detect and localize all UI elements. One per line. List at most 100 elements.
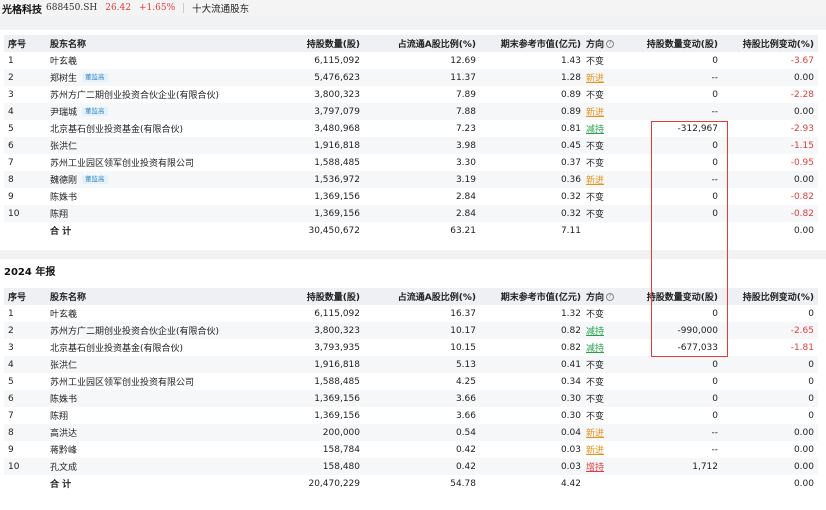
holder-name[interactable]: 郑树生 [50, 71, 77, 84]
ratio-change-cell: 0.00 [724, 171, 814, 188]
table-row[interactable]: 8 高洪达 200,000 0.54 0.04 新进 -- 0.00 [4, 424, 818, 441]
table-row[interactable]: 4 尹瑞城 董监高 3,797,079 7.88 0.89 新进 -- 0.00 [4, 103, 818, 120]
direction[interactable]: 减持 [586, 122, 604, 135]
row-index: 1 [8, 308, 14, 319]
holder-name[interactable]: 北京基石创业投资基金(有限合伙) [50, 122, 183, 135]
table-row[interactable]: 1 叶玄羲 6,115,092 12.69 1.43 不变 0 -3.67 [4, 52, 818, 69]
direction[interactable]: 新进 [586, 443, 604, 456]
float-ratio: 10.17 [450, 325, 476, 336]
float-ratio-cell: 7.23 [384, 120, 476, 137]
share-count: 3,800,323 [314, 89, 360, 100]
executive-tag: 董监高 [82, 107, 108, 116]
executive-tag: 董监高 [82, 175, 108, 184]
holder-name[interactable]: 陈姝书 [50, 392, 77, 405]
table-row[interactable]: 2 郑树生 董监高 5,476,623 11.37 1.28 新进 -- 0.00 [4, 69, 818, 86]
float-ratio: 10.15 [450, 342, 476, 353]
share-change-cell: -- [634, 103, 719, 120]
holder-name[interactable]: 蒋黔峰 [50, 443, 77, 456]
holder-name[interactable]: 苏州方广二期创业投资合伙企业(有限合伙) [50, 324, 219, 337]
market-value: 0.32 [560, 208, 581, 219]
direction[interactable]: 新进 [586, 173, 604, 186]
float-ratio: 2.84 [455, 191, 476, 202]
direction[interactable]: 不变 [586, 139, 604, 152]
total-market-value: 4.42 [560, 478, 581, 489]
holder-name[interactable]: 魏德刚 [50, 173, 77, 186]
float-ratio-cell: 3.98 [384, 137, 476, 154]
holder-name[interactable]: 孔文成 [50, 460, 77, 473]
direction[interactable]: 不变 [586, 307, 604, 320]
total-shares: 30,450,672 [308, 225, 360, 236]
market-value-cell: 0.04 [479, 424, 581, 441]
holder-name[interactable]: 陈翔 [50, 409, 68, 422]
table-row[interactable]: 4 张洪仁 1,916,818 5.13 0.41 不变 0 0 [4, 356, 818, 373]
direction[interactable]: 新进 [586, 71, 604, 84]
ratio-change: 0 [808, 359, 814, 370]
holder-name[interactable]: 高洪达 [50, 426, 77, 439]
share-count-cell: 158,480 [304, 458, 360, 475]
holder-name[interactable]: 陈翔 [50, 207, 68, 220]
holder-name[interactable]: 张洪仁 [50, 358, 77, 371]
holder-name[interactable]: 苏州方广二期创业投资合伙企业(有限合伙) [50, 88, 219, 101]
table-row[interactable]: 10 孔文成 158,480 0.42 0.03 增持 1,712 0.00 [4, 458, 818, 475]
ratio-change: -1.15 [790, 140, 814, 151]
holder-name[interactable]: 陈姝书 [50, 190, 77, 203]
col-header-direction-label: 方向 [586, 40, 605, 50]
holder-name[interactable]: 叶玄羲 [50, 54, 77, 67]
direction[interactable]: 不变 [586, 358, 604, 371]
total-label-cell: 合 计 [50, 475, 302, 492]
col-header-index-label: 序号 [8, 40, 27, 50]
holder-name-cell: 北京基石创业投资基金(有限合伙) [50, 120, 302, 137]
holder-name[interactable]: 尹瑞城 [50, 105, 77, 118]
direction[interactable]: 增持 [586, 460, 604, 473]
direction-cell: 新进 [586, 103, 630, 120]
direction[interactable]: 不变 [586, 207, 604, 220]
table-row[interactable]: 5 苏州工业园区领军创业投资有限公司 1,588,485 4.25 0.34 不变 0 0 [4, 373, 818, 390]
row-index: 1 [8, 55, 14, 66]
direction[interactable]: 不变 [586, 190, 604, 203]
row-index: 4 [8, 359, 14, 370]
table-row[interactable]: 9 蒋黔峰 158,784 0.42 0.03 新进 -- 0.00 [4, 441, 818, 458]
ratio-change-cell: 0 [724, 373, 814, 390]
market-value-cell: 1.28 [479, 69, 581, 86]
direction[interactable]: 不变 [586, 88, 604, 101]
row-index-cell: 8 [8, 424, 44, 441]
holder-name-cell: 苏州工业园区领军创业投资有限公司 [50, 373, 302, 390]
float-ratio: 3.66 [455, 410, 476, 421]
row-index-cell: 10 [8, 205, 44, 222]
holder-name[interactable]: 苏州工业园区领军创业投资有限公司 [50, 156, 194, 169]
market-value: 1.28 [560, 72, 581, 83]
table-row[interactable]: 6 陈姝书 1,369,156 3.66 0.30 不变 0 0 [4, 390, 818, 407]
total-ratio: 63.21 [450, 225, 476, 236]
holder-name[interactable]: 叶玄羲 [50, 307, 77, 320]
table-row[interactable]: 7 陈翔 1,369,156 3.66 0.30 不变 0 0 [4, 407, 818, 424]
table-row[interactable]: 3 苏州方广二期创业投资合伙企业(有限合伙) 3,800,323 7.89 0.89 不变… [4, 86, 818, 103]
stock-name[interactable]: 光格科技 [2, 1, 42, 16]
direction[interactable]: 不变 [586, 409, 604, 422]
direction[interactable]: 新进 [586, 426, 604, 439]
question-circle-icon[interactable]: ? [606, 39, 615, 48]
direction[interactable]: 减持 [586, 341, 604, 354]
share-change: 0 [712, 393, 718, 404]
table-header: 序号 股东名称 持股数量(股) 占流通A股比例(%) 期末参考市值(亿元) 方向? 持股数量… [4, 35, 818, 52]
total-market-value: 7.11 [560, 225, 581, 236]
holder-name[interactable]: 张洪仁 [50, 139, 77, 152]
direction[interactable]: 不变 [586, 54, 604, 67]
holder-name[interactable]: 苏州工业园区领军创业投资有限公司 [50, 375, 194, 388]
float-ratio: 3.66 [455, 393, 476, 404]
share-count-cell: 3,797,079 [304, 103, 360, 120]
holder-name[interactable]: 北京基石创业投资基金(有限合伙) [50, 341, 183, 354]
share-change-cell: -- [634, 424, 719, 441]
direction[interactable]: 不变 [586, 375, 604, 388]
direction[interactable]: 不变 [586, 156, 604, 169]
direction[interactable]: 新进 [586, 105, 604, 118]
row-index-cell: 6 [8, 390, 44, 407]
col-header-name-label: 股东名称 [50, 293, 87, 303]
direction[interactable]: 减持 [586, 324, 604, 337]
share-count-cell: 1,536,972 [304, 171, 360, 188]
direction[interactable]: 不变 [586, 392, 604, 405]
ratio-change-cell: 0 [724, 305, 814, 322]
ratio-change: 0.00 [793, 174, 814, 185]
holder-name-cell: 叶玄羲 [50, 305, 302, 322]
question-circle-icon[interactable]: ? [606, 292, 615, 301]
market-value: 0.30 [560, 393, 581, 404]
